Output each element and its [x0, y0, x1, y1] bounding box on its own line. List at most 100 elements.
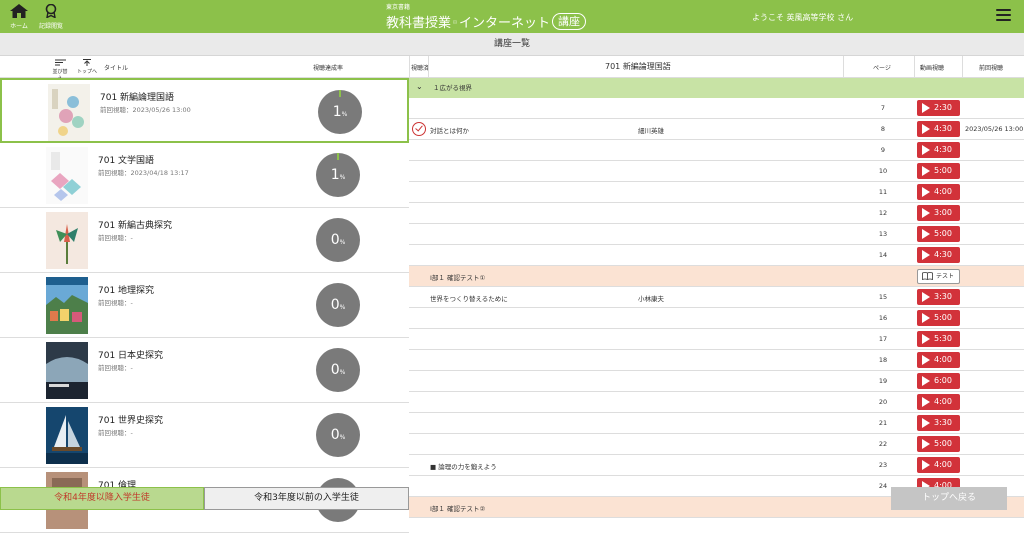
scroll-top-button[interactable]: トップへ — [76, 59, 98, 75]
play-icon — [922, 145, 930, 155]
lesson-page: 9 — [880, 146, 886, 154]
play-video-button[interactable]: 3:00 — [917, 205, 960, 221]
play-icon — [922, 376, 930, 386]
lesson-page: 7 — [880, 104, 886, 112]
play-icon — [922, 334, 930, 344]
app-header: ホーム 記録閲覧 東京書籍 教科書授業 インターネット 講座 ようこそ 英風高等… — [0, 0, 1024, 33]
book-icon — [453, 20, 457, 23]
play-video-button[interactable]: 2:30 — [917, 100, 960, 116]
course-cover-image — [46, 212, 88, 269]
play-video-button[interactable]: 6:00 — [917, 373, 960, 389]
video-duration: 4:30 — [934, 124, 952, 133]
play-video-button[interactable]: 4:30 — [917, 121, 960, 137]
tab-enrolled-r3-earlier[interactable]: 令和3年度以前の入学生徒 — [204, 487, 409, 510]
chevron-down-icon[interactable]: ⌄ — [416, 77, 423, 97]
play-video-button[interactable]: 5:30 — [917, 331, 960, 347]
progress-ring: 1% — [316, 153, 360, 197]
course-name: 701 新編論理国語 — [100, 93, 175, 103]
lesson-page: 11 — [878, 188, 888, 196]
course-item[interactable]: 701 日本史探究 前回視聴：- 0% — [0, 338, 409, 403]
lesson-row: 7 2:30 — [409, 98, 1024, 119]
progress-ring: 0% — [316, 218, 360, 262]
lesson-title: ■ 論理の力を鍛えよう — [430, 463, 497, 471]
watched-column-header: 視聴済 — [411, 65, 430, 72]
video-duration: 4:30 — [934, 145, 952, 154]
play-video-button[interactable]: 3:30 — [917, 289, 960, 305]
progress-value: 1 — [332, 104, 342, 120]
progress-unit: % — [339, 174, 346, 181]
play-video-button[interactable]: 5:00 — [917, 163, 960, 179]
video-duration: 5:30 — [934, 334, 952, 343]
play-video-button[interactable]: 3:30 — [917, 415, 960, 431]
arrow-up-icon — [83, 59, 91, 66]
play-icon — [922, 103, 930, 113]
play-video-button[interactable]: 5:00 — [917, 310, 960, 326]
course-cover-image — [46, 342, 88, 399]
lesson-title: Ⅰ部１ 確認テスト① — [430, 274, 486, 282]
video-column-header: 動画視聴 — [920, 65, 945, 72]
home-icon — [10, 4, 28, 18]
video-duration: 5:00 — [934, 166, 952, 175]
progress-ring: 1% — [318, 90, 362, 134]
page-column-header: ページ — [873, 65, 891, 72]
progress-unit: % — [339, 369, 346, 376]
video-duration: 4:00 — [934, 397, 952, 406]
play-icon — [922, 208, 930, 218]
play-video-button[interactable]: 4:30 — [917, 247, 960, 263]
brand-title-a: 教科書授業 — [386, 16, 452, 31]
play-icon — [922, 418, 930, 428]
video-duration: 3:00 — [934, 208, 952, 217]
course-cover-image — [48, 84, 90, 141]
lesson-page: 17 — [878, 335, 888, 343]
play-icon — [922, 439, 930, 449]
title-column-header: タイトル — [104, 65, 129, 72]
welcome-text: ようこそ 英風高等学校 さん — [752, 13, 854, 22]
course-item[interactable]: 701 新編論理国語 前回視聴：2023/05/26 13:00 1% — [0, 78, 409, 143]
play-video-button[interactable]: 4:00 — [917, 394, 960, 410]
hamburger-menu-icon[interactable] — [996, 9, 1011, 21]
lesson-table-header: 視聴済 701 新編論理国語 ページ 動画視聴 前回視聴 — [409, 56, 1024, 78]
tab-enrolled-r4-later[interactable]: 令和4年度以降入学生徒 — [0, 487, 204, 510]
back-to-top-button[interactable]: トップへ戻る — [891, 487, 1007, 510]
test-button[interactable]: テスト — [917, 269, 960, 284]
record-button[interactable]: 記録閲覧 — [36, 3, 66, 30]
play-icon — [922, 460, 930, 470]
lesson-title: Ⅰ部１ 確認テスト② — [430, 505, 486, 513]
play-video-button[interactable]: 4:00 — [917, 352, 960, 368]
home-button[interactable]: ホーム — [4, 3, 34, 30]
rate-column-header: 視聴達成率 — [313, 65, 344, 72]
lesson-page: 20 — [878, 398, 888, 406]
play-video-button[interactable]: 4:00 — [917, 184, 960, 200]
play-icon — [922, 313, 930, 323]
lesson-title: 世界をつくり替えるために — [430, 295, 508, 303]
course-list-header: 並び替え トップへ タイトル 視聴達成率 — [0, 56, 409, 82]
play-video-button[interactable]: 5:00 — [917, 226, 960, 242]
play-video-button[interactable]: 4:30 — [917, 142, 960, 158]
progress-unit: % — [339, 434, 346, 441]
play-video-button[interactable]: 4:00 — [917, 457, 960, 473]
chapter-title: １広がる視界 — [433, 84, 472, 92]
play-icon — [922, 229, 930, 239]
lesson-page: 13 — [878, 230, 888, 238]
progress-value: 1 — [330, 167, 340, 183]
lesson-page: 19 — [878, 377, 888, 385]
lesson-page: 18 — [878, 356, 888, 364]
play-icon — [922, 397, 930, 407]
play-video-button[interactable]: 5:00 — [917, 436, 960, 452]
course-item[interactable]: 701 新編古典探究 前回視聴：- 0% — [0, 208, 409, 273]
play-icon — [922, 124, 930, 134]
lesson-page: 8 — [880, 125, 886, 133]
lesson-page: 23 — [878, 461, 888, 469]
chapter-row[interactable]: ⌄ １広がる視界 — [409, 78, 1024, 98]
course-cover-image — [46, 277, 88, 334]
progress-unit: % — [339, 304, 346, 311]
course-last-viewed: 前回視聴：- — [98, 429, 133, 437]
lesson-row: 13 5:00 — [409, 224, 1024, 245]
course-item[interactable]: 701 文学国語 前回視聴：2023/04/18 13:17 1% — [0, 143, 409, 208]
progress-unit: % — [341, 111, 348, 118]
course-item[interactable]: 701 世界史探究 前回視聴：- 0% — [0, 403, 409, 468]
play-icon — [922, 166, 930, 176]
course-item[interactable]: 701 地理探究 前回視聴：- 0% — [0, 273, 409, 338]
video-duration: 4:00 — [934, 187, 952, 196]
lesson-row: 10 5:00 — [409, 161, 1024, 182]
